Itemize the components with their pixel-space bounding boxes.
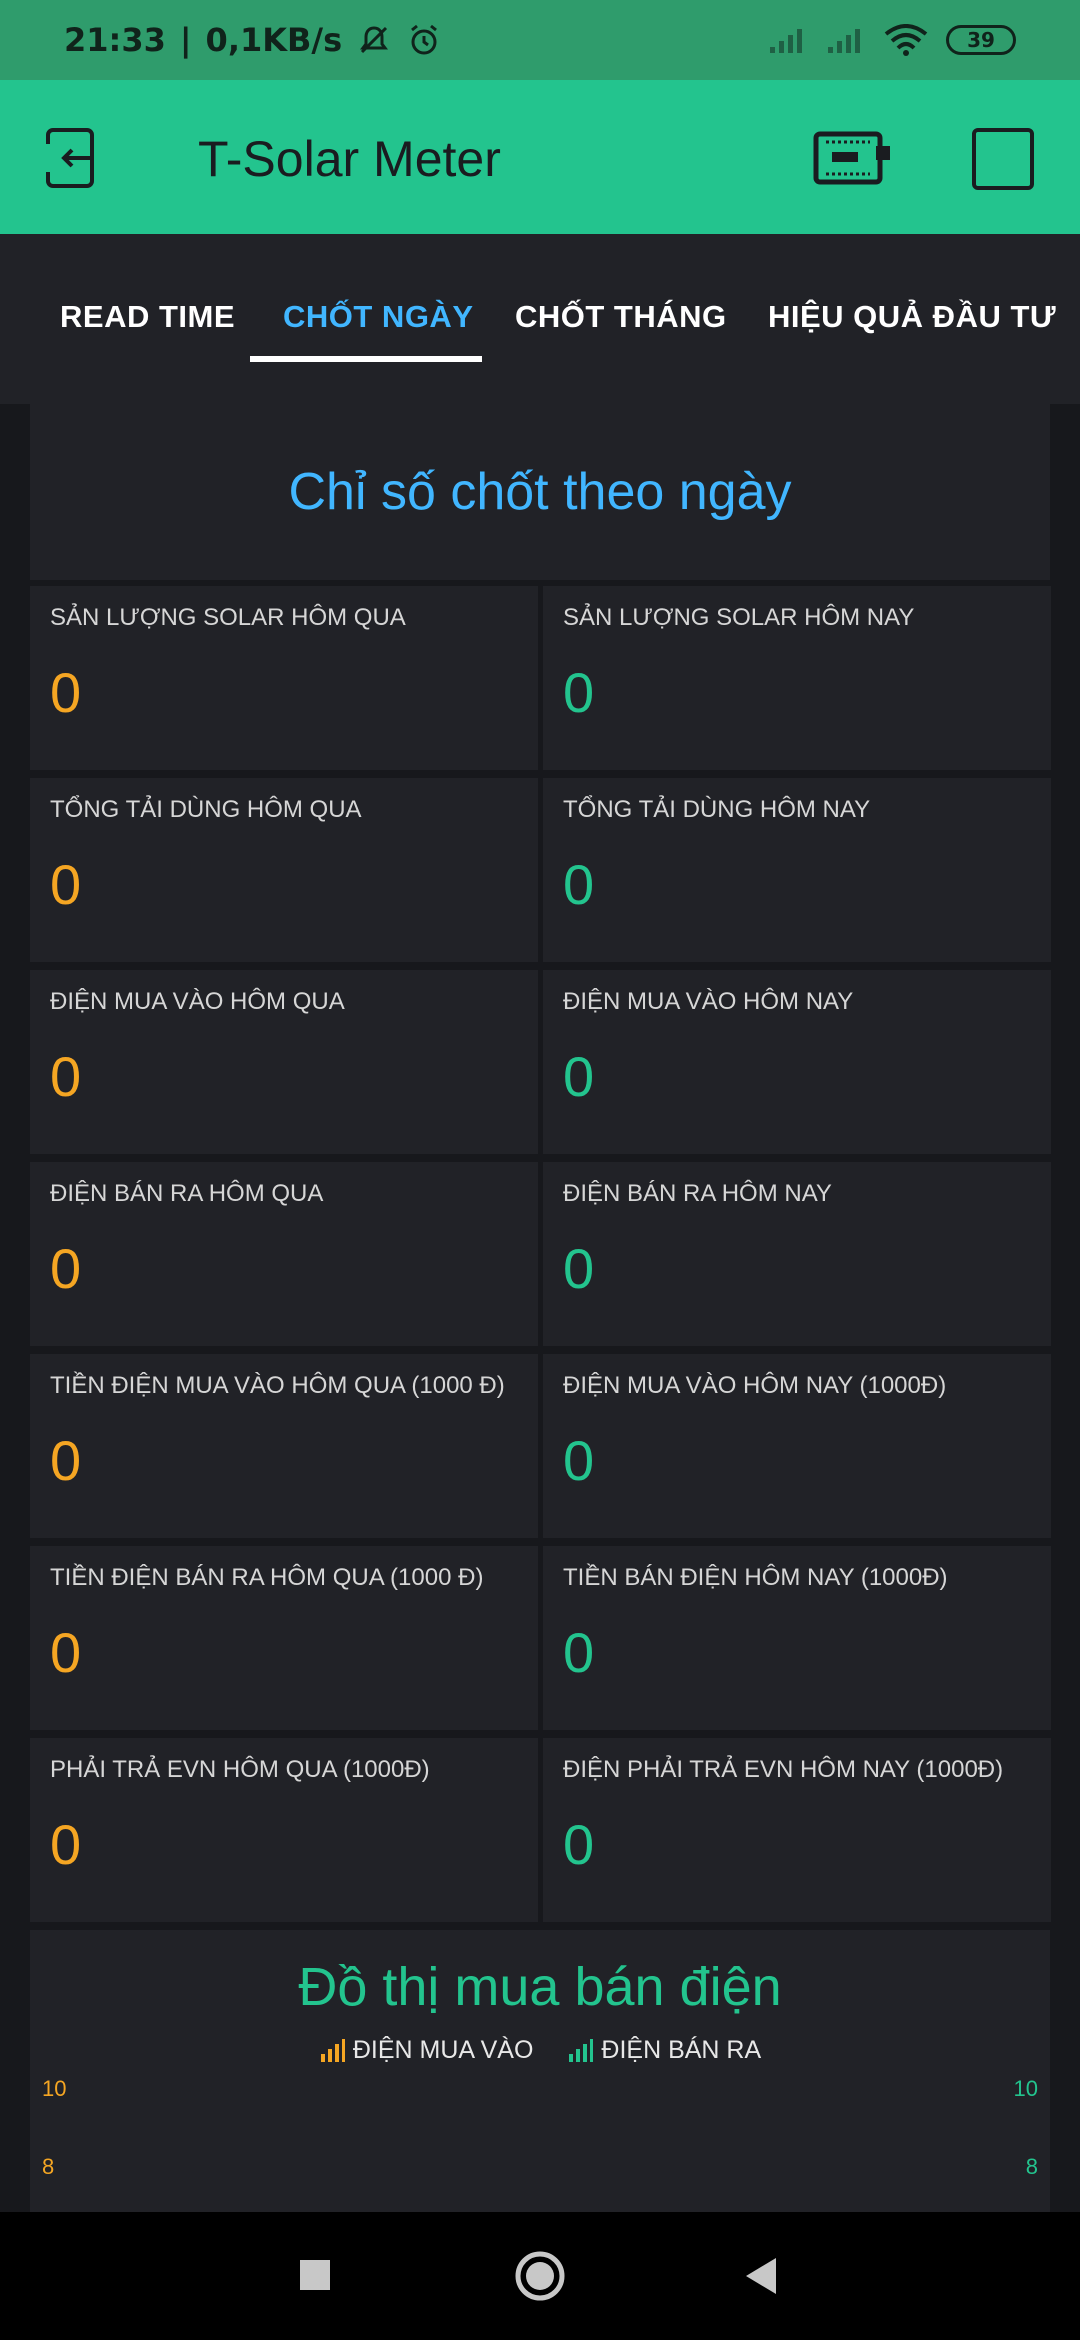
cell-label: PHẢI TRẢ EVN HÔM QUA (1000Đ)	[50, 1756, 430, 1783]
y-axis-left-tick: 8	[42, 2154, 55, 2179]
value-display-cell[interactable]: SẢN LƯỢNG SOLAR HÔM NAY 0	[543, 586, 1051, 770]
device-icon[interactable]	[812, 128, 892, 188]
app-title: T-Solar Meter	[198, 131, 501, 187]
mute-notification-icon	[360, 26, 389, 54]
cell-label: SẢN LƯỢNG SOLAR HÔM QUA	[50, 604, 406, 631]
cell-label: ĐIỆN BÁN RA HÔM QUA	[50, 1180, 324, 1207]
value-display-cell[interactable]: TIỀN BÁN ĐIỆN HÔM NAY (1000Đ) 0	[543, 1546, 1051, 1730]
stop-button[interactable]	[972, 128, 1034, 190]
exit-icon[interactable]	[42, 126, 112, 190]
tab-read-time[interactable]: READ TIME	[60, 299, 235, 335]
cell-value: 0	[563, 1813, 595, 1876]
cell-label: TỔNG TẢI DÙNG HÔM QUA	[50, 796, 362, 823]
battery-icon: 39	[946, 25, 1016, 55]
status-network-speed: 0,1KB/s	[205, 21, 343, 59]
cell-label: TỔNG TẢI DÙNG HÔM NAY	[563, 796, 871, 823]
cell-value: 0	[50, 1621, 82, 1684]
cell-label: SẢN LƯỢNG SOLAR HÔM NAY	[563, 604, 915, 631]
cell-label: TIỀN ĐIỆN MUA VÀO HÔM QUA (1000 Đ)	[50, 1372, 505, 1399]
cell-value: 0	[563, 853, 595, 916]
section-header-card: Chỉ số chốt theo ngày	[30, 404, 1050, 580]
y-axis-right-tick: 10	[1013, 2076, 1038, 2101]
cell-label: ĐIỆN BÁN RA HÔM NAY	[563, 1180, 832, 1207]
tab-hieu-qua-dau-tu[interactable]: HIỆU QUẢ ĐẦU TƯ	[768, 299, 1056, 335]
tab-chot-ngay[interactable]: CHỐT NGÀY	[283, 299, 474, 335]
back-button[interactable]	[742, 2256, 780, 2296]
active-tab-indicator	[250, 356, 482, 362]
value-display-cell[interactable]: PHẢI TRẢ EVN HÔM QUA (1000Đ) 0	[30, 1738, 538, 1922]
bar-chart-icon	[320, 2038, 345, 2062]
signal-icon	[770, 29, 802, 53]
status-time: 21:33	[64, 21, 166, 59]
cell-value: 0	[50, 1045, 82, 1108]
cell-label: ĐIỆN PHẢI TRẢ EVN HÔM NAY (1000Đ)	[563, 1756, 1004, 1783]
value-display-cell[interactable]: TIỀN ĐIỆN MUA VÀO HÔM QUA (1000 Đ) 0	[30, 1354, 538, 1538]
y-axis-right-tick: 8	[1025, 2154, 1038, 2179]
dashboard-content[interactable]: Chỉ số chốt theo ngày SẢN LƯỢNG SOLAR HÔ…	[0, 404, 1080, 2212]
cell-value: 0	[50, 1813, 82, 1876]
value-display-cell[interactable]: TỔNG TẢI DÙNG HÔM QUA 0	[30, 778, 538, 962]
status-bar: 21:33 | 0,1KB/s 39	[0, 0, 1080, 80]
battery-level: 39	[967, 28, 995, 52]
legend-label: ĐIỆN BÁN RA	[601, 2036, 762, 2064]
bar-chart-icon	[569, 2038, 594, 2062]
wifi-icon	[884, 24, 928, 56]
cell-value: 0	[563, 1621, 595, 1684]
chart-legend: ĐIỆN MUA VÀO ĐIỆN BÁN RA	[30, 2036, 1050, 2065]
legend-item-sell: ĐIỆN BÁN RA	[567, 2036, 761, 2065]
value-display-cell[interactable]: ĐIỆN MUA VÀO HÔM NAY 0	[543, 970, 1051, 1154]
section-title: Chỉ số chốt theo ngày	[288, 463, 792, 521]
cell-label: ĐIỆN MUA VÀO HÔM NAY	[563, 988, 854, 1015]
system-nav-bar	[0, 2212, 1080, 2340]
cell-value: 0	[563, 1237, 595, 1300]
signal-icon-2	[828, 29, 860, 53]
tab-chot-thang[interactable]: CHỐT THÁNG	[515, 299, 727, 335]
app-bar: T-Solar Meter	[0, 80, 1080, 234]
cell-label: ĐIỆN MUA VÀO HÔM NAY (1000Đ)	[563, 1372, 947, 1399]
cell-value: 0	[50, 1237, 82, 1300]
legend-item-buy: ĐIỆN MUA VÀO	[319, 2036, 534, 2065]
value-display-cell[interactable]: ĐIỆN MUA VÀO HÔM NAY (1000Đ) 0	[543, 1354, 1051, 1538]
home-button[interactable]	[514, 2250, 566, 2302]
legend-label: ĐIỆN MUA VÀO	[352, 2036, 534, 2064]
cell-value: 0	[50, 853, 82, 916]
cell-value: 0	[563, 1045, 595, 1108]
buy-sell-chart-card[interactable]: Đồ thị mua bán điện ĐIỆN MUA VÀO ĐIỆN BÁ…	[30, 1930, 1050, 2212]
value-display-cell[interactable]: TIỀN ĐIỆN BÁN RA HÔM QUA (1000 Đ) 0	[30, 1546, 538, 1730]
value-display-cell[interactable]: ĐIỆN BÁN RA HÔM QUA 0	[30, 1162, 538, 1346]
tab-bar: READ TIME CHỐT NGÀY CHỐT THÁNG HIỆU QUẢ …	[0, 234, 1080, 404]
cell-label: TIỀN ĐIỆN BÁN RA HÔM QUA (1000 Đ)	[50, 1564, 484, 1591]
chart-title: Đồ thị mua bán điện	[298, 1957, 782, 2017]
value-display-cell[interactable]: ĐIỆN BÁN RA HÔM NAY 0	[543, 1162, 1051, 1346]
value-display-cell[interactable]: TỔNG TẢI DÙNG HÔM NAY 0	[543, 778, 1051, 962]
alarm-icon	[411, 24, 438, 55]
cell-value: 0	[50, 1429, 82, 1492]
cell-value: 0	[563, 1429, 595, 1492]
cell-label: ĐIỆN MUA VÀO HÔM QUA	[50, 988, 345, 1015]
value-display-cell[interactable]: ĐIỆN PHẢI TRẢ EVN HÔM NAY (1000Đ) 0	[543, 1738, 1051, 1922]
cell-value: 0	[50, 661, 82, 724]
value-display-cell[interactable]: ĐIỆN MUA VÀO HÔM QUA 0	[30, 970, 538, 1154]
y-axis-left-tick: 10	[42, 2076, 67, 2101]
recents-button[interactable]	[298, 2258, 332, 2292]
cell-value: 0	[563, 661, 595, 724]
value-display-cell[interactable]: SẢN LƯỢNG SOLAR HÔM QUA 0	[30, 586, 538, 770]
cell-label: TIỀN BÁN ĐIỆN HÔM NAY (1000Đ)	[563, 1564, 948, 1591]
